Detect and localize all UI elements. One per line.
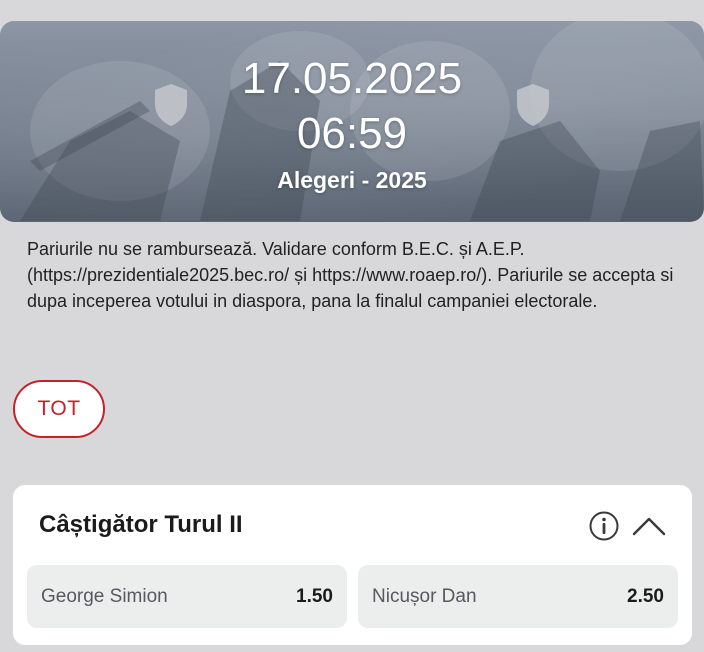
event-hero-banner: 17.05.2025 06:59 Alegeri - 2025 xyxy=(0,21,704,222)
selection-button-nicusor-dan[interactable]: Nicușor Dan 2.50 xyxy=(358,565,678,628)
selection-odds: 2.50 xyxy=(627,585,664,607)
market-title: Câștigător Turul II xyxy=(39,511,243,538)
filter-chip-all[interactable]: TOT xyxy=(13,380,105,438)
event-date: 17.05.2025 xyxy=(241,54,463,103)
selection-name: Nicușor Dan xyxy=(372,585,477,607)
event-time: 06:59 xyxy=(296,109,408,158)
event-title: Alegeri - 2025 xyxy=(277,167,427,193)
selection-button-george-simion[interactable]: George Simion 1.50 xyxy=(27,565,347,628)
selection-name: George Simion xyxy=(41,585,168,607)
betting-rules-notice: Pariurile nu se rambursează. Validare co… xyxy=(27,239,674,311)
selection-odds: 1.50 xyxy=(296,585,333,607)
market-card: Câștigător Turul II George Simion 1.50 N… xyxy=(13,485,692,645)
chevron-up-icon[interactable] xyxy=(630,512,668,540)
info-icon[interactable] xyxy=(588,510,620,542)
